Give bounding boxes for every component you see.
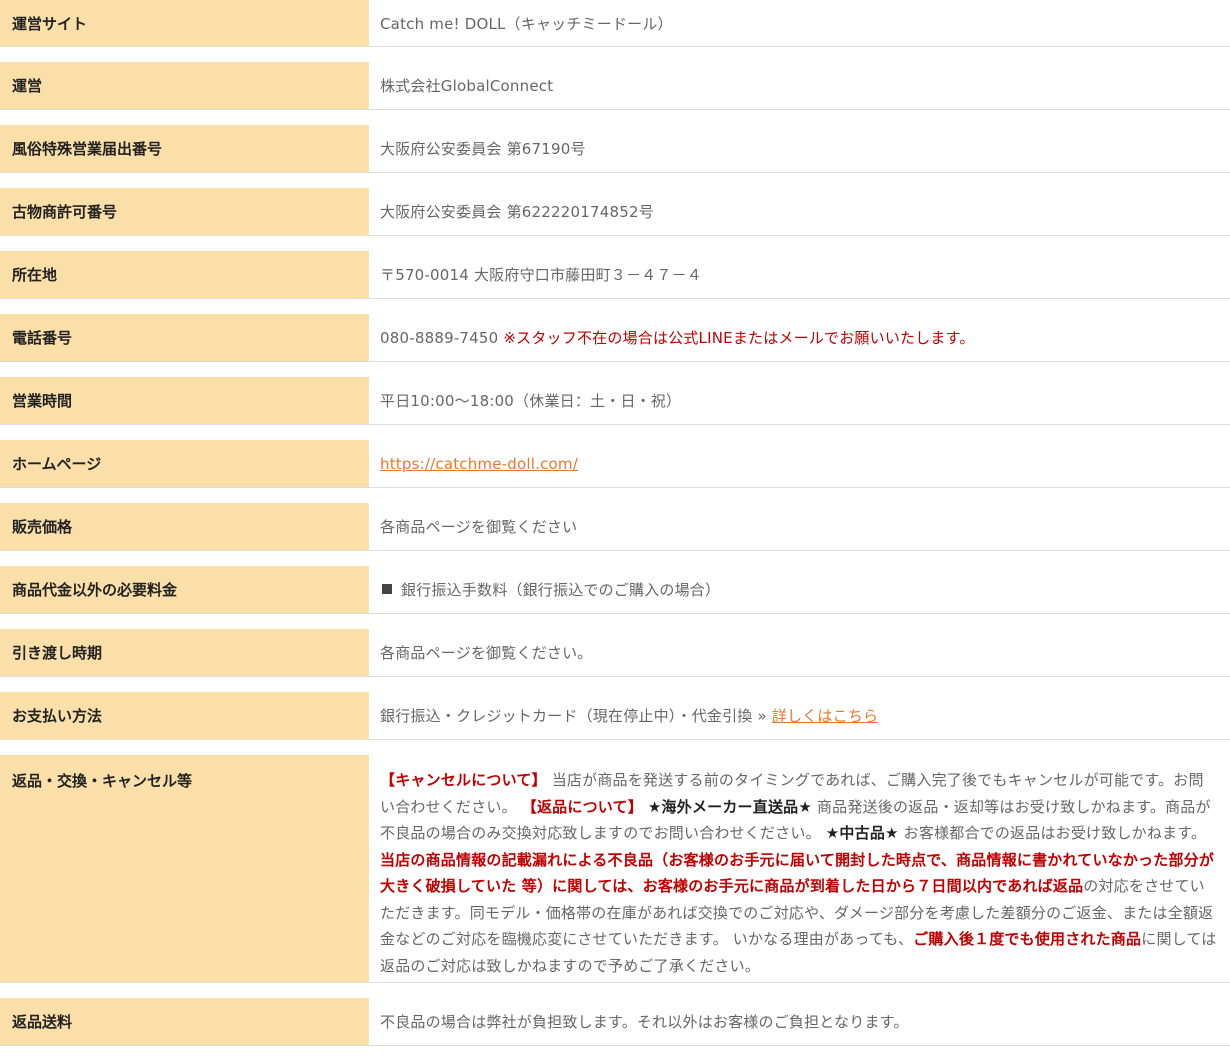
row-phone: 電話番号 080-8889-7450 ※スタッフ不在の場合は公式LINEまたはメ… bbox=[0, 314, 1230, 362]
row-value: Catch me! DOLL（キャッチミードール） bbox=[380, 14, 673, 33]
phone-number: 080-8889-7450 bbox=[380, 328, 499, 347]
row-value: 平日10:00～18:00（休業日：土・日・祝） bbox=[380, 392, 682, 410]
row-delivery-time: 引き渡し時期 各商品ページを御覧ください。 bbox=[0, 629, 1230, 677]
row-label: 運営 bbox=[0, 62, 369, 109]
row-value: 銀行振込・クレジットカード（現在停止中）・代金引換 » 詳しくはこちら bbox=[369, 692, 1230, 739]
return-heading: 【返品について】 bbox=[521, 797, 643, 816]
row-value: https://catchme-doll.com/ bbox=[369, 440, 1230, 487]
row-label: 商品代金以外の必要料金 bbox=[0, 566, 369, 613]
row-value: 各商品ページを御覧ください。 bbox=[380, 644, 593, 662]
extra-fee-text: 銀行振込手数料（銀行振込でのご購入の場合） bbox=[401, 581, 721, 599]
row-price: 販売価格 各商品ページを御覧ください bbox=[0, 503, 1230, 551]
square-bullet-icon bbox=[382, 583, 392, 594]
phone-note: ※スタッフ不在の場合は公式LINEまたはメールでお願いいたします。 bbox=[503, 329, 975, 347]
row-label: 営業時間 bbox=[0, 377, 369, 424]
row-business-hours: 営業時間 平日10:00～18:00（休業日：土・日・祝） bbox=[0, 377, 1230, 425]
row-label: 引き渡し時期 bbox=[0, 629, 369, 676]
row-label: 風俗特殊営業届出番号 bbox=[0, 125, 369, 172]
row-label: 販売価格 bbox=[0, 503, 369, 550]
row-value: 不良品の場合は弊社が負担致します。それ以外はお客様のご負担となります。 bbox=[380, 1013, 909, 1031]
used-product-warning: ご購入後１度でも使用された商品 bbox=[913, 930, 1142, 948]
payment-details-link[interactable]: 詳しくはこちら bbox=[772, 705, 878, 726]
row-address: 所在地 〒570-0014 大阪府守口市藤田町３－４７－４ bbox=[0, 251, 1230, 299]
row-extra-fees: 商品代金以外の必要料金 銀行振込手数料（銀行振込でのご購入の場合） bbox=[0, 566, 1230, 614]
used-item-text: お客様都合での返品はお受け致しかねます。 bbox=[898, 824, 1207, 842]
row-antique-license: 古物商許可番号 大阪府公安委員会 第622220174852号 bbox=[0, 188, 1230, 236]
row-label: 所在地 bbox=[0, 251, 369, 298]
row-homepage: ホームページ https://catchme-doll.com/ bbox=[0, 440, 1230, 488]
row-label: 電話番号 bbox=[0, 314, 369, 361]
row-value: 大阪府公安委員会 第67190号 bbox=[380, 140, 586, 158]
row-value: 大阪府公安委員会 第622220174852号 bbox=[380, 203, 654, 221]
row-value: 〒570-0014 大阪府守口市藤田町３－４７－４ bbox=[380, 266, 702, 284]
cancel-heading: 【キャンセルについて】 bbox=[380, 771, 547, 789]
row-label: ホームページ bbox=[0, 440, 369, 487]
row-value: 銀行振込手数料（銀行振込でのご購入の場合） bbox=[369, 566, 1230, 613]
row-label: 返品送料 bbox=[0, 998, 369, 1045]
payment-methods-text: 銀行振込・クレジットカード（現在停止中）・代金引換 » bbox=[380, 707, 772, 725]
row-value: 【キャンセルについて】 当店が商品を発送する前のタイミングであれば、ご購入完了後… bbox=[369, 755, 1230, 982]
row-value: 各商品ページを御覧ください bbox=[380, 518, 578, 536]
homepage-link[interactable]: https://catchme-doll.com/ bbox=[380, 455, 578, 473]
row-adult-business-number: 風俗特殊営業届出番号 大阪府公安委員会 第67190号 bbox=[0, 125, 1230, 173]
row-label: 返品・交換・キャンセル等 bbox=[0, 755, 369, 982]
shop-info-table: 運営サイト Catch me! DOLL（キャッチミードール） 運営 株式会社G… bbox=[0, 0, 1230, 1061]
row-label: 古物商許可番号 bbox=[0, 188, 369, 235]
row-value: 080-8889-7450 ※スタッフ不在の場合は公式LINEまたはメールでお願… bbox=[369, 314, 1230, 361]
row-payment-methods: お支払い方法 銀行振込・クレジットカード（現在停止中）・代金引換 » 詳しくはこ… bbox=[0, 692, 1230, 740]
row-return-shipping: 返品送料 不良品の場合は弊社が負担致します。それ以外はお客様のご負担となります。 bbox=[0, 998, 1230, 1046]
row-label: お支払い方法 bbox=[0, 692, 369, 739]
row-site: 運営サイト Catch me! DOLL（キャッチミードール） bbox=[0, 0, 1230, 47]
overseas-item-heading: ★海外メーカー直送品★ bbox=[647, 797, 813, 816]
used-item-heading: ★中古品★ bbox=[825, 824, 899, 842]
row-label: 運営サイト bbox=[0, 0, 369, 46]
row-returns: 返品・交換・キャンセル等 【キャンセルについて】 当店が商品を発送する前のタイミ… bbox=[0, 755, 1230, 983]
row-operator: 運営 株式会社GlobalConnect bbox=[0, 62, 1230, 110]
row-value: 株式会社GlobalConnect bbox=[380, 77, 554, 95]
